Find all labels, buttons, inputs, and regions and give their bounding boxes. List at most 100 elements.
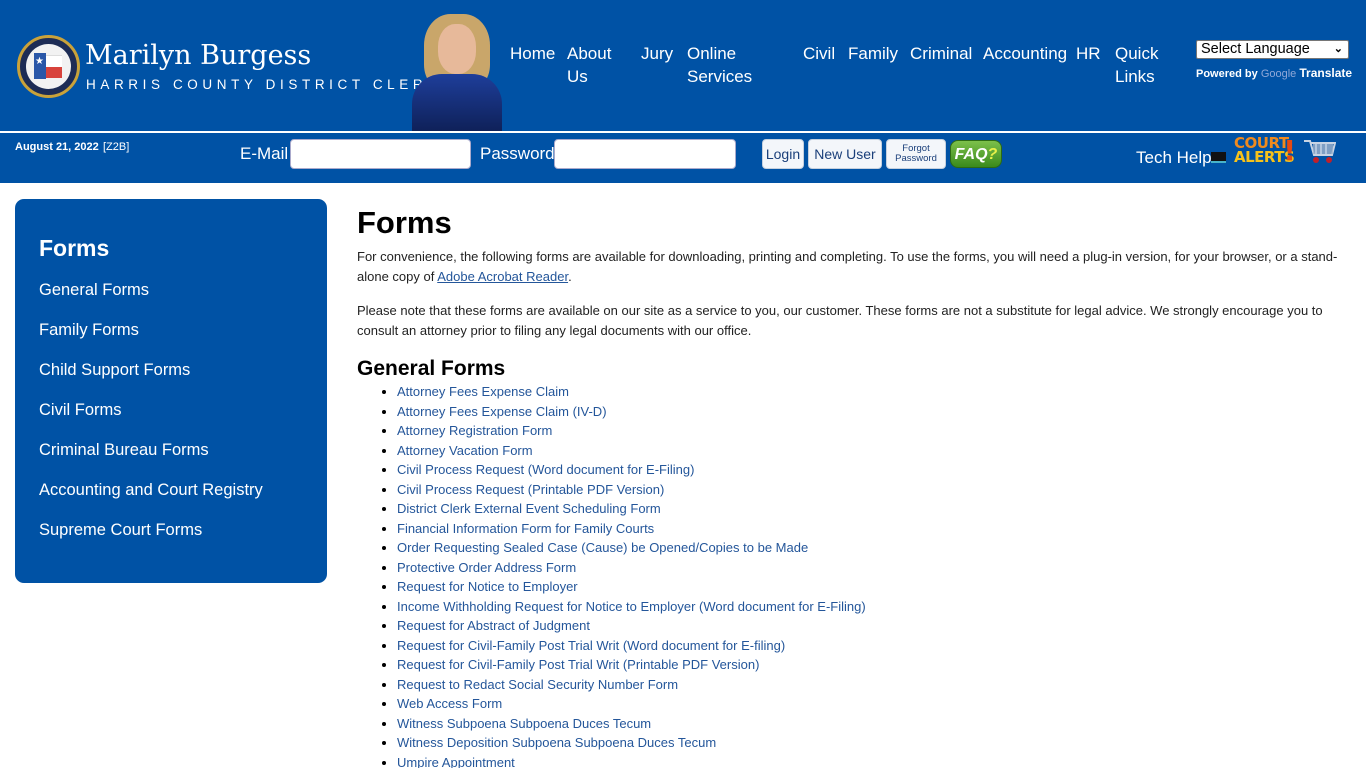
list-item: Witness Deposition Subpoena Subpoena Duc… [397,733,1347,753]
form-link[interactable]: Umpire Appointment [397,755,515,768]
form-link[interactable]: Order Requesting Sealed Case (Cause) be … [397,540,808,555]
form-link[interactable]: Civil Process Request (Word document for… [397,462,694,477]
list-item: Income Withholding Request for Notice to… [397,597,1347,617]
translate-text: Translate [1299,66,1353,80]
sidebar-item-child-support-forms[interactable]: Child Support Forms [39,361,190,380]
list-item: Request for Civil-Family Post Trial Writ… [397,655,1347,675]
form-link[interactable]: Attorney Fees Expense Claim [397,384,569,399]
shopping-cart-icon[interactable] [1302,137,1336,165]
form-link[interactable]: Attorney Vacation Form [397,443,533,458]
legal-notice-paragraph: Please note that these forms are availab… [357,303,1323,338]
list-item: Request for Notice to Employer [397,577,1347,597]
sidebar-item-family-forms[interactable]: Family Forms [39,321,139,340]
form-link[interactable]: Income Withholding Request for Notice to… [397,599,866,614]
list-item: Civil Process Request (Printable PDF Ver… [397,480,1347,500]
nav-online-services[interactable]: Online Services [687,42,757,88]
nav-quick-links[interactable]: Quick Links [1115,42,1165,88]
flag-white-stripe [46,55,62,67]
faq-button[interactable]: FAQ? [950,140,1002,168]
form-link[interactable]: Request for Civil-Family Post Trial Writ… [397,657,759,672]
form-link[interactable]: Civil Process Request (Printable PDF Ver… [397,482,664,497]
general-forms-list: Attorney Fees Expense Claim Attorney Fees… [397,382,1347,768]
intro-end: . [568,268,572,284]
brand-name[interactable]: Marilyn Burgess [85,40,311,71]
password-field[interactable] [554,139,736,169]
form-link[interactable]: District Clerk External Event Scheduling… [397,501,661,516]
section-title-general-forms: General Forms [357,357,506,380]
page-title: Forms [357,205,452,240]
form-link[interactable]: Request for Notice to Employer [397,579,578,594]
form-link[interactable]: Financial Information Form for Family Co… [397,521,654,536]
form-link[interactable]: Witness Deposition Subpoena Subpoena Duc… [397,735,716,750]
email-field[interactable] [290,139,471,169]
nav-criminal[interactable]: Criminal [910,42,972,65]
nav-jury[interactable]: Jury [641,42,673,65]
nav-family[interactable]: Family [848,42,898,65]
form-link[interactable]: Protective Order Address Form [397,560,576,575]
list-item: Witness Subpoena Subpoena Duces Tecum [397,714,1347,734]
laptop-icon[interactable] [1211,152,1226,163]
form-link[interactable]: Request for Abstract of Judgment [397,618,590,633]
nav-civil[interactable]: Civil [803,42,835,65]
list-item: Protective Order Address Form [397,558,1347,578]
form-link[interactable]: Attorney Registration Form [397,423,552,438]
email-label: E-Mail [240,144,289,163]
portrait-face [438,24,476,74]
list-item: District Clerk External Event Scheduling… [397,499,1347,519]
nav-about-us[interactable]: About Us [567,42,619,88]
faq-label: FAQ [954,146,988,163]
google-logo[interactable]: Google [1261,68,1296,80]
sidebar-item-accounting-court-registry[interactable]: Accounting and Court Registry [39,481,263,500]
sidebar-item-supreme-court-forms[interactable]: Supreme Court Forms [39,521,202,540]
password-label: Password [480,144,555,163]
intro-paragraph: For convenience, the following forms are… [357,247,1347,286]
sidebar-item-general-forms[interactable]: General Forms [39,281,149,300]
new-user-button[interactable]: New User [808,139,882,169]
list-item: Civil Process Request (Word document for… [397,460,1347,480]
portrait-body [412,74,502,131]
list-item: Request to Redact Social Security Number… [397,675,1347,695]
exclamation-icon: ! [1283,134,1296,167]
form-link[interactable]: Witness Subpoena Subpoena Duces Tecum [397,716,651,731]
sidebar-title: Forms [39,235,110,261]
list-item: Financial Information Form for Family Co… [397,519,1347,539]
language-select[interactable]: Select Language ⌄ [1196,40,1349,59]
forms-sidebar: Forms General Forms Family Forms Child S… [15,199,327,583]
flag-red-stripe [46,67,62,78]
court-alerts-button[interactable]: COURT ALERTS ! [1234,136,1296,166]
sidebar-item-civil-forms[interactable]: Civil Forms [39,401,122,420]
chevron-down-icon: ⌄ [1333,43,1343,55]
server-code: [Z2B] [103,141,130,153]
current-date: August 21, 2022 [15,141,99,153]
nav-home[interactable]: Home [510,42,555,65]
list-item: Web Access Form [397,694,1347,714]
list-item: Order Requesting Sealed Case (Cause) be … [397,538,1347,558]
list-item: Attorney Fees Expense Claim (IV-D) [397,402,1347,422]
site-header: ★ Marilyn Burgess HARRIS COUNTY DISTRICT… [0,0,1366,131]
tech-help-link[interactable]: Tech Help [1136,148,1212,168]
list-item: Attorney Fees Expense Claim [397,382,1347,402]
powered-by-text: Powered by [1196,68,1258,80]
forgot-password-button[interactable]: Forgot Password [886,139,946,169]
adobe-reader-link[interactable]: Adobe Acrobat Reader [437,269,568,284]
list-item: Umpire Appointment [397,753,1347,768]
language-select-value: Select Language [1201,41,1310,57]
nav-accounting[interactable]: Accounting [983,42,1067,65]
form-link[interactable]: Request to Redact Social Security Number… [397,677,678,692]
seal-inner: ★ [26,44,71,89]
form-link[interactable]: Web Access Form [397,696,502,711]
brand-subtitle: HARRIS COUNTY DISTRICT CLERK [86,77,441,92]
list-item: Attorney Registration Form [397,421,1347,441]
form-link[interactable]: Request for Civil-Family Post Trial Writ… [397,638,785,653]
nav-hr[interactable]: HR [1076,42,1101,65]
forgot-line-2: Password [895,153,937,164]
sidebar-item-criminal-bureau-forms[interactable]: Criminal Bureau Forms [39,441,209,460]
list-item: Request for Abstract of Judgment [397,616,1347,636]
form-link[interactable]: Attorney Fees Expense Claim (IV-D) [397,404,607,419]
main-content: Forms For convenience, the following for… [357,204,1347,768]
district-clerk-seal-logo[interactable]: ★ [17,35,80,98]
login-button[interactable]: Login [762,139,804,169]
clerk-portrait-photo [410,12,503,131]
question-mark-icon: ? [987,146,998,163]
list-item: Attorney Vacation Form [397,441,1347,461]
